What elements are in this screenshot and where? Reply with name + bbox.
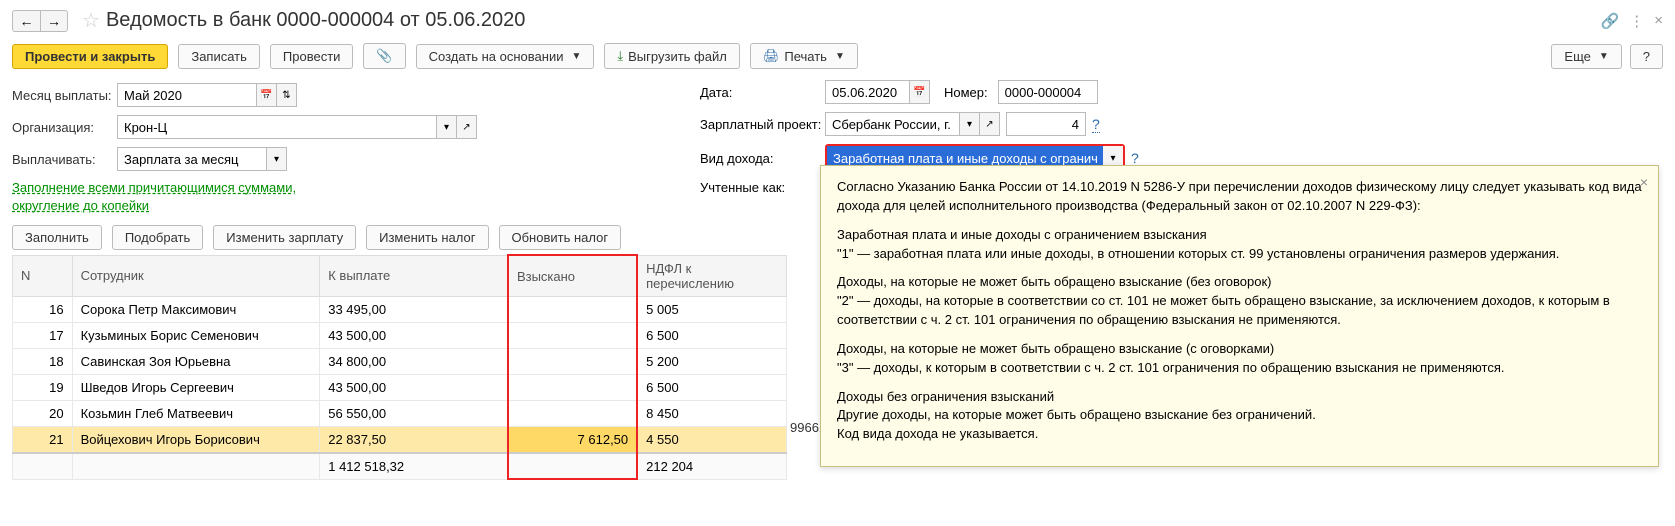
employees-table: N Сотрудник К выплате Взыскано НДФЛ к пе…	[12, 254, 787, 480]
salary-project-number[interactable]	[1006, 112, 1086, 136]
chevron-down-icon[interactable]: ▾	[437, 115, 457, 139]
post-and-close-button[interactable]: Провести и закрыть	[12, 44, 168, 69]
salary-project-label: Зарплатный проект:	[700, 117, 825, 132]
paperclip-icon: 📎	[376, 48, 392, 64]
print-button[interactable]: 🖨 Печать▼	[750, 43, 858, 69]
pay-type-label: Выплачивать:	[12, 152, 117, 167]
col-pay[interactable]: К выплате	[320, 255, 508, 296]
date-input[interactable]	[825, 80, 910, 104]
col-ndfl[interactable]: НДФЛ к перечислению	[637, 255, 786, 296]
pay-type-input[interactable]	[117, 147, 267, 171]
month-label: Месяц выплаты:	[12, 88, 117, 103]
table-row[interactable]: 16Сорока Петр Максимович33 495,005 005	[13, 296, 787, 322]
create-based-on-button[interactable]: Создать на основании▼	[416, 44, 595, 69]
change-salary-button[interactable]: Изменить зарплату	[213, 225, 356, 250]
ndfl-total: 212 204	[637, 453, 786, 480]
income-type-label: Вид дохода:	[700, 151, 825, 166]
table-row[interactable]: 19Шведов Игорь Сергеевич43 500,006 500	[13, 374, 787, 400]
month-stepper[interactable]: ⇅	[277, 83, 297, 107]
fill-button[interactable]: Заполнить	[12, 225, 102, 250]
page-title: Ведомость в банк 0000-000004 от 05.06.20…	[106, 9, 525, 32]
link-icon[interactable]: 🔗	[1601, 12, 1620, 30]
income-type-tooltip: × Согласно Указанию Банка России от 14.1…	[820, 165, 1659, 467]
help-icon[interactable]: ?	[1092, 116, 1100, 133]
org-label: Организация:	[12, 120, 117, 135]
table-row[interactable]: 17Кузьминых Борис Семенович43 500,006 50…	[13, 322, 787, 348]
attach-button[interactable]: 📎	[363, 43, 405, 69]
number-label: Номер:	[944, 85, 988, 100]
table-row[interactable]: 20Козьмин Глеб Матвеевич56 550,008 450	[13, 400, 787, 426]
date-label: Дата:	[700, 85, 825, 100]
help-button[interactable]: ?	[1630, 44, 1663, 69]
change-tax-button[interactable]: Изменить налог	[366, 225, 488, 250]
write-button[interactable]: Записать	[178, 44, 260, 69]
open-ref-icon[interactable]: ↗	[457, 115, 477, 139]
kebab-icon[interactable]: ⋮	[1629, 12, 1644, 30]
calendar-icon[interactable]: 📅	[257, 83, 277, 107]
tooltip-close-icon[interactable]: ×	[1640, 172, 1648, 192]
close-icon[interactable]: ×	[1654, 12, 1663, 29]
favorite-star-icon[interactable]: ☆	[82, 8, 100, 33]
more-button[interactable]: Еще▼	[1551, 44, 1621, 69]
pay-total: 1 412 518,32	[320, 453, 508, 480]
calendar-icon[interactable]: 📅	[910, 80, 930, 104]
chevron-down-icon[interactable]: ▾	[960, 112, 980, 136]
nav-forward-button[interactable]: →	[40, 10, 68, 32]
update-tax-button[interactable]: Обновить налог	[499, 225, 622, 250]
col-n[interactable]: N	[13, 255, 73, 296]
org-input[interactable]	[117, 115, 437, 139]
table-row[interactable]: 18Савинская Зоя Юрьевна34 800,005 200	[13, 348, 787, 374]
accounted-as-label: Учтенные как:	[700, 180, 825, 195]
export-icon: ⤓	[617, 48, 623, 64]
chevron-down-icon[interactable]: ▾	[267, 147, 287, 171]
col-collected[interactable]: Взыскано	[508, 255, 637, 296]
table-row[interactable]: 21Войцехович Игорь Борисович22 837,507 6…	[13, 426, 787, 453]
number-input[interactable]	[998, 80, 1098, 104]
post-button[interactable]: Провести	[270, 44, 354, 69]
col-employee[interactable]: Сотрудник	[72, 255, 320, 296]
print-icon: 🖨	[763, 48, 780, 64]
salary-project-input[interactable]	[825, 112, 960, 136]
open-ref-icon[interactable]: ↗	[980, 112, 1000, 136]
month-input[interactable]	[117, 83, 257, 107]
fill-settings-link[interactable]: Заполнение всеми причитающимися суммами,…	[12, 179, 352, 215]
help-icon[interactable]: ?	[1131, 150, 1139, 167]
nav-back-button[interactable]: ←	[12, 10, 40, 32]
export-file-button[interactable]: ⤓ Выгрузить файл	[604, 43, 739, 69]
pick-button[interactable]: Подобрать	[112, 225, 203, 250]
